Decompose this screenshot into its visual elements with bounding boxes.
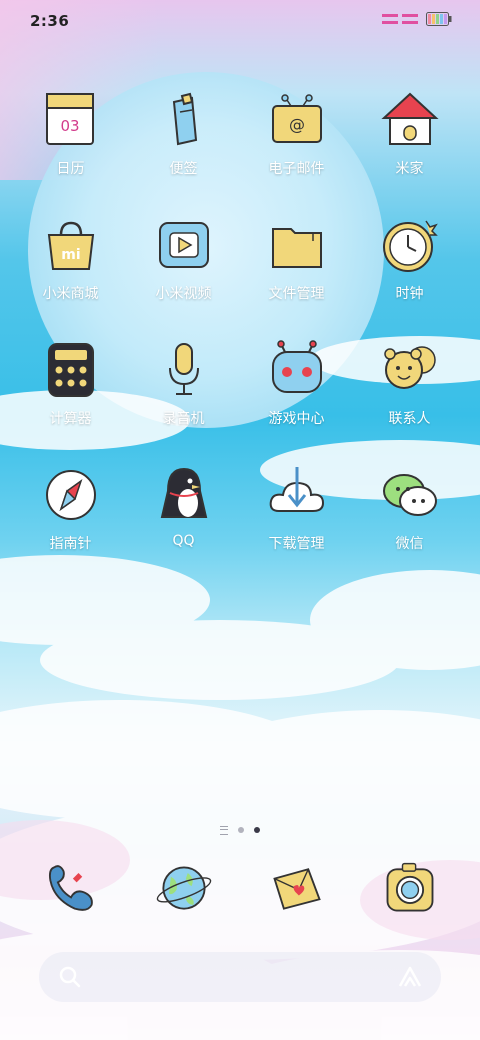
search-bar[interactable]: [39, 952, 441, 1002]
email-icon: @: [271, 94, 322, 143]
download-icon: [269, 467, 324, 512]
dock-browser[interactable]: [127, 858, 240, 918]
video-icon: [158, 222, 209, 268]
assistant-icon[interactable]: [397, 964, 423, 990]
app-email[interactable]: @ 电子邮件: [240, 88, 353, 178]
microphone-icon: [168, 343, 199, 395]
app-label: 小米商城: [42, 286, 99, 302]
page-indicator[interactable]: [0, 824, 480, 836]
page-dot-1: [238, 827, 244, 833]
app-calculator[interactable]: 计算器: [14, 338, 127, 428]
app-label: 指南针: [49, 536, 92, 552]
signal-icon: [382, 14, 418, 24]
app-label: 下载管理: [268, 536, 325, 552]
search-icon: [59, 966, 81, 988]
contacts-icon: [383, 346, 436, 389]
app-home[interactable]: 米家: [353, 88, 466, 178]
app-calendar[interactable]: 03 日历: [14, 88, 127, 178]
app-clock[interactable]: 时钟: [353, 213, 466, 303]
dock-messages[interactable]: [240, 858, 353, 918]
app-files[interactable]: 文件管理: [240, 213, 353, 303]
app-store[interactable]: mi 小米商城: [14, 213, 127, 303]
app-notes[interactable]: 便签: [127, 88, 240, 178]
svg-text:@: @: [289, 115, 305, 134]
app-label: 便签: [169, 161, 198, 177]
app-video[interactable]: 小米视频: [127, 213, 240, 303]
messages-envelope-icon: [272, 868, 321, 910]
app-downloads[interactable]: 下载管理: [240, 463, 353, 553]
svg-text:03: 03: [60, 117, 79, 135]
app-label: 米家: [395, 161, 424, 177]
battery-icon: [426, 12, 452, 26]
page-dot-2: [254, 827, 260, 833]
calculator-icon: [47, 343, 94, 397]
phone-icon: [48, 865, 93, 911]
home-icon: [380, 92, 439, 145]
notes-icon: [172, 92, 197, 146]
camera-icon: [386, 862, 433, 912]
app-label: 日历: [56, 161, 85, 177]
app-label: 电子邮件: [268, 161, 325, 177]
compass-icon: [45, 470, 96, 520]
app-label: 游戏中心: [268, 411, 325, 427]
app-recorder[interactable]: 录音机: [127, 338, 240, 428]
penguin-icon: [160, 467, 207, 518]
app-label: QQ: [172, 533, 195, 549]
app-label: 文件管理: [268, 286, 325, 302]
clock-icon: [382, 220, 438, 272]
app-label: 联系人: [388, 411, 431, 427]
app-compass[interactable]: 指南针: [14, 463, 127, 553]
app-label: 时钟: [395, 286, 424, 302]
calendar-icon: 03: [45, 93, 94, 145]
status-bar: 2:36: [0, 0, 480, 40]
page-indicator-menu: [220, 825, 228, 835]
app-label: 计算器: [49, 411, 92, 427]
app-label: 微信: [395, 536, 424, 552]
status-time: 2:36: [30, 12, 70, 30]
app-contacts[interactable]: 联系人: [353, 338, 466, 428]
dock-camera[interactable]: [353, 858, 466, 918]
app-label: 录音机: [162, 411, 205, 427]
game-icon: [271, 340, 322, 393]
svg-text:mi: mi: [61, 247, 80, 263]
app-wechat[interactable]: 微信: [353, 463, 466, 553]
dock-phone[interactable]: [14, 858, 127, 918]
dock: [14, 858, 466, 928]
app-label: 小米视频: [155, 286, 212, 302]
chat-icon: [382, 474, 437, 516]
app-qq[interactable]: QQ: [127, 463, 240, 549]
clouds: [0, 336, 480, 1040]
folder-icon: [271, 228, 322, 268]
browser-globe-icon: [156, 866, 211, 910]
app-game-center[interactable]: 游戏中心: [240, 338, 353, 428]
store-icon: mi: [47, 221, 94, 270]
